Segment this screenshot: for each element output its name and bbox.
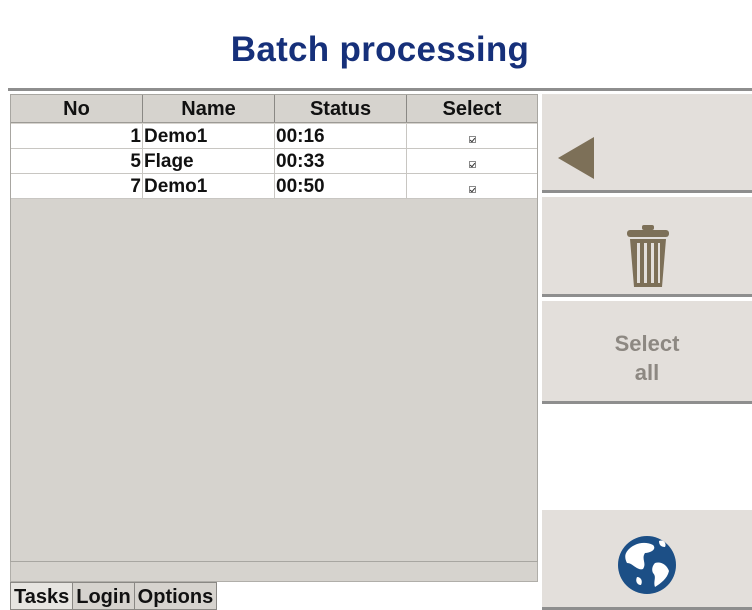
table-body: 1 Demo1 00:16 5 Flage 00:33 7 Demo1 00:5… [11, 124, 537, 199]
cell-select [407, 174, 537, 198]
language-button[interactable] [542, 510, 752, 610]
cell-select [407, 124, 537, 148]
select-all-button[interactable]: Select all [542, 301, 752, 404]
cell-status: 00:16 [275, 124, 407, 148]
cell-no: 7 [11, 174, 143, 198]
table-row[interactable]: 5 Flage 00:33 [11, 149, 537, 174]
header-divider [8, 88, 752, 91]
horizontal-scrollbar[interactable] [10, 562, 538, 582]
table-header: No Name Status Select [11, 95, 537, 123]
cell-status: 00:50 [275, 174, 407, 198]
cell-name: Flage [143, 149, 275, 173]
select-all-line2: all [634, 360, 660, 385]
column-header-no[interactable]: No [11, 95, 143, 122]
trash-icon [627, 225, 669, 287]
action-sidebar: Select all [542, 94, 752, 610]
back-button[interactable] [542, 94, 752, 193]
left-edge [0, 0, 8, 610]
tab-options[interactable]: Options [134, 582, 218, 610]
cell-select [407, 149, 537, 173]
column-header-select[interactable]: Select [407, 95, 537, 122]
task-table: No Name Status Select 1 Demo1 00:16 5 Fl… [10, 94, 538, 562]
table-row[interactable]: 1 Demo1 00:16 [11, 124, 537, 149]
select-all-line1: Select [614, 331, 680, 356]
sidebar-spacer [542, 408, 752, 506]
bottom-tabs: Tasks Login Options [10, 582, 218, 610]
column-header-name[interactable]: Name [143, 95, 275, 122]
cell-status: 00:33 [275, 149, 407, 173]
cell-name: Demo1 [143, 124, 275, 148]
select-checkbox[interactable] [468, 186, 476, 193]
page-title: Batch processing [230, 30, 530, 69]
table-row[interactable]: 7 Demo1 00:50 [11, 174, 537, 199]
globe-icon [618, 536, 676, 594]
delete-button[interactable] [542, 197, 752, 297]
cell-name: Demo1 [143, 174, 275, 198]
select-checkbox[interactable] [468, 161, 476, 168]
select-checkbox[interactable] [468, 136, 476, 143]
back-triangle-icon [558, 137, 594, 179]
tab-login[interactable]: Login [73, 582, 135, 610]
cell-no: 5 [11, 149, 143, 173]
column-header-status[interactable]: Status [275, 95, 407, 122]
cell-no: 1 [11, 124, 143, 148]
select-all-label: Select all [542, 329, 752, 387]
tab-tasks[interactable]: Tasks [10, 582, 74, 610]
header: Batch processing [8, 0, 752, 88]
